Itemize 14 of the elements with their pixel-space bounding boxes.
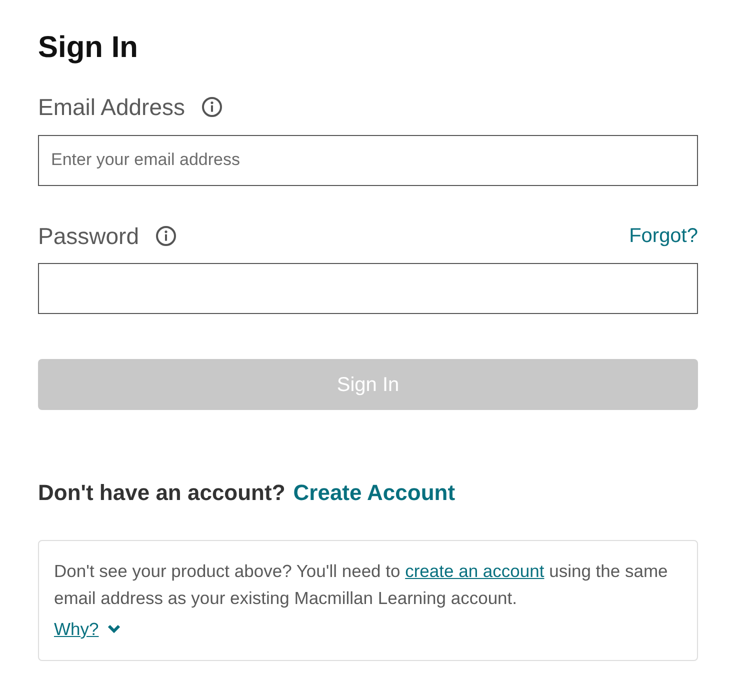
email-field[interactable]: Enter your email address: [38, 134, 698, 186]
field-label: Password: [38, 222, 139, 250]
create-account-link[interactable]: Create Account: [293, 476, 456, 509]
create-account-inline-link[interactable]: create an account: [405, 561, 544, 581]
page-title: Sign In: [38, 30, 139, 66]
chevron-icon[interactable]: [106, 624, 121, 634]
info-text: Don't see your product above? You'll need to create an account using the same email address as your existing Macmillan Learning account.: [54, 560, 669, 610]
info-icon[interactable]: [201, 96, 224, 118]
info-icon[interactable]: [154, 224, 177, 247]
why-link[interactable]: Why?: [54, 616, 99, 642]
field-label: Email Address: [38, 93, 186, 122]
password-field[interactable]: [38, 263, 698, 314]
account-prompt: Don't have an account?: [38, 479, 286, 507]
forgot-password-link[interactable]: Forgot?: [629, 220, 698, 251]
